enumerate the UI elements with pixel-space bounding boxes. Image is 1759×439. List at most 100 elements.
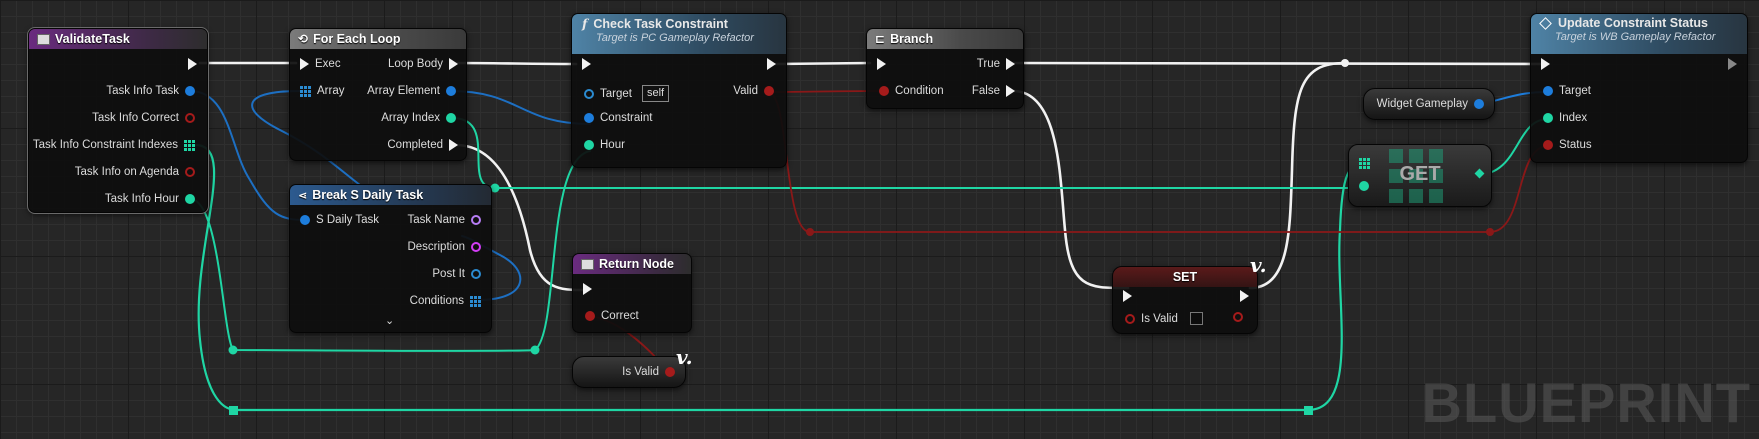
expand-chevron-icon[interactable]: ⌄ (385, 314, 394, 327)
check-task-constraint-node[interactable]: f Check Task Constraint Target is PC Game… (571, 13, 787, 168)
is-valid-out-pin[interactable]: Is Valid (622, 366, 675, 378)
status-pin[interactable]: Status (1543, 139, 1592, 151)
exec-in-pin[interactable] (582, 58, 591, 70)
exec-arrow-icon (449, 58, 458, 70)
valid-pin[interactable]: Valid (733, 85, 774, 97)
variable-icon: v. (1250, 253, 1267, 277)
target-value-field[interactable]: self (641, 85, 670, 102)
exec-out-pin[interactable] (767, 58, 776, 70)
pin-label: Post It (432, 268, 465, 280)
exec-arrow-icon (583, 283, 592, 295)
widget-gameplay-out-pin[interactable]: Widget Gameplay (1377, 98, 1484, 110)
constraint-pin[interactable]: Constraint (584, 112, 652, 124)
bool-pin-icon (665, 367, 675, 377)
reroute-knot (1486, 228, 1494, 236)
loop-body-pin[interactable]: Loop Body (388, 58, 458, 70)
branch-node[interactable]: ⊏ Branch Condition True False (866, 28, 1024, 109)
int-pin-icon (1359, 181, 1369, 191)
correct-pin[interactable]: Correct (585, 310, 639, 322)
pin-label: Target (600, 87, 632, 100)
array-get-node[interactable]: GET (1348, 144, 1492, 207)
output-pin-task[interactable]: Task Info Task (106, 85, 195, 97)
exec-wire-check-to-branch (774, 61, 872, 66)
array-in-pin[interactable] (1359, 158, 1370, 169)
true-pin[interactable]: True (977, 58, 1015, 70)
exec-in-pin[interactable] (583, 283, 592, 295)
is-valid-variable-getter[interactable]: Is Valid (572, 356, 686, 388)
output-pin-on-agenda[interactable]: Task Info on Agenda (75, 166, 195, 178)
for-each-loop-node[interactable]: ⟲ For Each Loop Exec Array Loop Body Arr… (289, 28, 467, 161)
int-pin-icon (1543, 113, 1553, 123)
pin-label: Task Info Hour (104, 193, 179, 205)
s-daily-task-pin[interactable]: S Daily Task (300, 214, 379, 226)
target-pin[interactable]: Target (1543, 85, 1591, 97)
update-constraint-status-node[interactable]: Update Constraint Status Target is WB Ga… (1530, 13, 1748, 163)
array-in-pin[interactable]: Array (300, 85, 344, 97)
object-pin-icon (1474, 99, 1484, 109)
hour-pin[interactable]: Hour (584, 139, 625, 151)
pin-label: Task Name (407, 214, 465, 226)
is-valid-in-pin[interactable]: Is Valid (1125, 312, 1203, 325)
exec-in-pin[interactable] (1541, 58, 1550, 70)
pin-label: True (976, 58, 1000, 70)
set-is-valid-node[interactable]: SET Is Valid (1112, 266, 1258, 334)
node-header: SET (1113, 267, 1257, 287)
blueprint-watermark: BLUEPRINT (1421, 371, 1751, 434)
description-pin[interactable]: Description (407, 241, 481, 253)
pin-label: Description (407, 241, 465, 253)
reroute-knot (1304, 406, 1313, 415)
target-pin[interactable]: Target self (584, 85, 670, 102)
is-valid-out-pin[interactable] (1233, 312, 1243, 322)
exec-arrow-icon (1240, 290, 1249, 302)
int-diamond-pin-icon (1474, 168, 1485, 179)
condition-pin[interactable]: Condition (879, 85, 944, 97)
exec-in-pin[interactable] (1123, 290, 1132, 302)
exec-arrow-icon (877, 58, 886, 70)
index-in-pin[interactable] (1359, 181, 1369, 191)
output-pin-correct[interactable]: Task Info Correct (92, 112, 195, 124)
false-pin[interactable]: False (972, 85, 1015, 97)
bool-pin-icon (879, 86, 889, 96)
post-it-pin[interactable]: Post It (432, 268, 481, 280)
exec-in-pin[interactable] (877, 58, 886, 70)
exec-out-pin[interactable] (1728, 58, 1737, 70)
output-pin-constraint-indexes[interactable]: Task Info Constraint Indexes (33, 139, 195, 151)
break-s-daily-task-node[interactable]: ⋖ Break S Daily Task S Daily Task Task N… (289, 184, 492, 333)
array-pin-icon (300, 85, 311, 97)
array-element-pin[interactable]: Array Element (367, 85, 456, 97)
pin-label: Task Info Task (106, 85, 179, 97)
node-subtitle: Target is PC Gameplay Refactor (596, 32, 754, 44)
bool-pin-icon (764, 86, 774, 96)
output-pin-hour[interactable]: Task Info Hour (105, 193, 195, 205)
completed-pin[interactable]: Completed (387, 139, 458, 151)
int-pin-icon (185, 194, 195, 204)
return-node[interactable]: Return Node Correct (572, 253, 692, 333)
pin-label: Task Info on Agenda (74, 166, 179, 178)
item-out-pin[interactable] (1474, 168, 1485, 179)
pin-label: Task Info Constraint Indexes (32, 139, 178, 151)
int-pin-icon (446, 113, 456, 123)
pin-label: Loop Body (388, 58, 443, 70)
node-header: ValidateTask (29, 29, 207, 49)
validate-task-node[interactable]: ValidateTask Task Info Task Task Info Co… (27, 27, 209, 214)
bool-pin-icon (185, 167, 195, 177)
task-name-pin[interactable]: Task Name (407, 214, 481, 226)
exec-reroute (1341, 59, 1349, 67)
conditions-pin[interactable]: Conditions (410, 295, 481, 307)
exec-hollow-arrow-icon (1728, 58, 1737, 70)
index-pin[interactable]: Index (1543, 112, 1587, 124)
pin-label: Is Valid (1141, 312, 1178, 325)
array-index-pin[interactable]: Array Index (381, 112, 456, 124)
pin-label: Exec (315, 58, 341, 70)
node-header: Return Node (573, 254, 691, 274)
widget-gameplay-getter[interactable]: Widget Gameplay (1363, 88, 1495, 120)
branch-icon: ⊏ (875, 32, 886, 46)
exec-out-pin[interactable] (188, 58, 197, 70)
is-valid-checkbox[interactable] (1189, 312, 1203, 325)
exec-out-pin[interactable] (1240, 290, 1249, 302)
pin-label: Condition (895, 85, 944, 97)
node-title: Update Constraint Status (1558, 16, 1709, 30)
reroute-knot (229, 406, 238, 415)
node-subtitle: Target is WB Gameplay Refactor (1555, 31, 1716, 43)
exec-in-pin[interactable]: Exec (300, 58, 341, 70)
